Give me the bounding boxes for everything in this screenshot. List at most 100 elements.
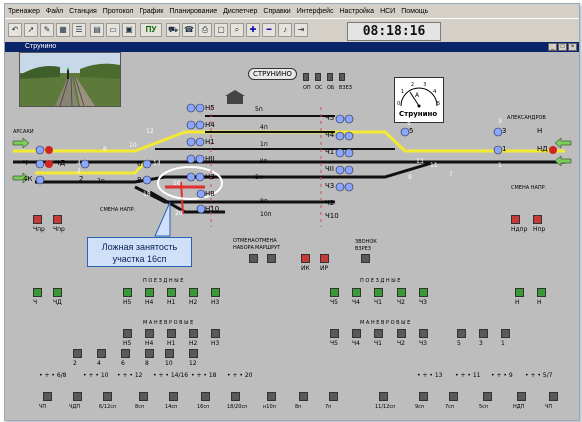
shunting-right-button-7[interactable] [501, 329, 510, 338]
menu-item-6[interactable]: Диспетчер [220, 8, 260, 15]
sound-icon[interactable]: ♪ [278, 23, 292, 37]
signal-1[interactable]: Н4 [205, 121, 215, 129]
shunting-right-button-0[interactable] [330, 329, 339, 338]
menu-item-5[interactable]: Планирование [166, 8, 220, 15]
zoom-out-icon[interactable]: ━ [262, 23, 276, 37]
section-button-10[interactable] [379, 392, 388, 401]
grid-icon[interactable]: ▦ [56, 23, 70, 37]
train-route-right-button-2[interactable] [374, 288, 383, 297]
table-icon[interactable]: ▤ [90, 23, 104, 37]
signal-right-11[interactable]: НД [537, 145, 548, 153]
signal-4[interactable]: Н3 [205, 173, 215, 181]
shunting-left-button-1[interactable] [145, 329, 154, 338]
list-icon[interactable]: ☰ [72, 23, 86, 37]
section-button-0[interactable] [43, 392, 52, 401]
shunting-right-button-6[interactable] [479, 329, 488, 338]
shunting-left-button-2[interactable] [167, 329, 176, 338]
shunting-sw-button-4[interactable] [165, 349, 174, 358]
signal-11[interactable]: 6 [137, 160, 141, 168]
right-direction-button-1[interactable] [533, 215, 542, 224]
switch-group-left-1[interactable]: • + • 10 [83, 372, 108, 379]
ik-ir-button-0[interactable] [301, 254, 310, 263]
shunting-right-button-3[interactable] [397, 329, 406, 338]
section-button-14[interactable] [517, 392, 526, 401]
train-route-right-button-4[interactable] [419, 288, 428, 297]
section-button-6[interactable] [231, 392, 240, 401]
shunting-sw-button-3[interactable] [145, 349, 154, 358]
shunting-sw-button-2[interactable] [121, 349, 130, 358]
signal-right-8[interactable]: 3 [502, 127, 506, 135]
section-button-12[interactable] [449, 392, 458, 401]
signal-9[interactable]: 2 [79, 175, 83, 183]
section-button-9[interactable] [329, 392, 338, 401]
menu-item-11[interactable]: Помощь [398, 8, 431, 15]
bell-button[interactable] [361, 254, 370, 263]
close-icon[interactable]: × [568, 43, 577, 51]
shunting-sw-button-0[interactable] [73, 349, 82, 358]
menu-item-0[interactable]: Тренажер [5, 8, 43, 15]
switch-group-left-0[interactable]: • + • 6/8 [39, 372, 66, 379]
menu-item-8[interactable]: Интерфейс [294, 8, 337, 15]
train-route-right-button-1[interactable] [352, 288, 361, 297]
section-button-13[interactable] [483, 392, 492, 401]
pu-button[interactable]: ПУ [140, 23, 162, 37]
phone-icon[interactable]: ☎ [182, 23, 196, 37]
signal-0[interactable]: Н5 [205, 104, 215, 112]
shunting-right-button-5[interactable] [457, 329, 466, 338]
signal-12[interactable]: 8 [137, 176, 141, 184]
zoom-in-icon[interactable]: ✚ [246, 23, 260, 37]
shunting-left-button-3[interactable] [189, 329, 198, 338]
section-button-5[interactable] [201, 392, 210, 401]
switch-group-right-2[interactable]: • + • 9 [491, 372, 513, 379]
signal-right-6[interactable]: Ч10 [325, 212, 339, 220]
train-route-left-button-0[interactable] [33, 288, 42, 297]
signal-right-9[interactable]: 1 [502, 145, 506, 153]
exit-icon[interactable]: ⇥ [294, 23, 308, 37]
edit-icon[interactable]: ✎ [40, 23, 54, 37]
train-route-left-button-1[interactable] [53, 288, 62, 297]
train-route-left-button-6[interactable] [211, 288, 220, 297]
menu-item-4[interactable]: График [136, 8, 166, 15]
signal-10[interactable]: 4К [23, 175, 32, 183]
signal-right-5[interactable]: Ч2 [325, 199, 334, 207]
section-button-15[interactable] [549, 392, 558, 401]
train-route-left-button-5[interactable] [189, 288, 198, 297]
train-route-right-button-0[interactable] [330, 288, 339, 297]
switch-group-right-3[interactable]: • + • 5/7 [525, 372, 552, 379]
menu-item-2[interactable]: Станция [66, 8, 100, 15]
menu-item-7[interactable]: Справки [260, 8, 293, 15]
shunting-sw-button-5[interactable] [189, 349, 198, 358]
shunting-right-button-4[interactable] [419, 329, 428, 338]
ik-ir-button-1[interactable] [320, 254, 329, 263]
section-button-8[interactable] [299, 392, 308, 401]
train-icon[interactable]: ⛟ [166, 23, 180, 37]
train-route-left-button-3[interactable] [145, 288, 154, 297]
signal-right-10[interactable]: Н [537, 127, 542, 135]
monitor-icon[interactable]: ▭ [106, 23, 120, 37]
maximize-icon[interactable]: □ [558, 43, 567, 51]
left-direction-button-0[interactable] [33, 215, 42, 224]
section-button-4[interactable] [169, 392, 178, 401]
shunting-left-button-4[interactable] [211, 329, 220, 338]
menu-item-9[interactable]: Настройка [337, 8, 377, 15]
train-route-right-button-6[interactable] [537, 288, 546, 297]
signal-right-2[interactable]: Ч1 [325, 148, 334, 156]
section-button-2[interactable] [103, 392, 112, 401]
train-route-left-button-2[interactable] [123, 288, 132, 297]
switch-group-left-2[interactable]: • + • 12 [117, 372, 142, 379]
left-direction-button-1[interactable] [53, 215, 62, 224]
menu-item-10[interactable]: НСИ [377, 8, 398, 15]
signal-right-7[interactable]: 5 [409, 127, 413, 135]
section-button-3[interactable] [139, 392, 148, 401]
shunting-left-button-0[interactable] [123, 329, 132, 338]
switch-group-right-0[interactable]: • + • 13 [417, 372, 442, 379]
signal-3[interactable]: НII [205, 155, 214, 163]
signal-7[interactable]: Ч [23, 159, 28, 167]
menu-item-3[interactable]: Протокол [100, 8, 137, 15]
signal-right-1[interactable]: Ч4 [325, 131, 334, 139]
train-route-right-button-5[interactable] [515, 288, 524, 297]
shunting-right-button-1[interactable] [352, 329, 361, 338]
image-icon[interactable]: ▣ [122, 23, 136, 37]
switch-group-right-1[interactable]: • + • 11 [455, 372, 480, 379]
shunting-sw-button-1[interactable] [97, 349, 106, 358]
